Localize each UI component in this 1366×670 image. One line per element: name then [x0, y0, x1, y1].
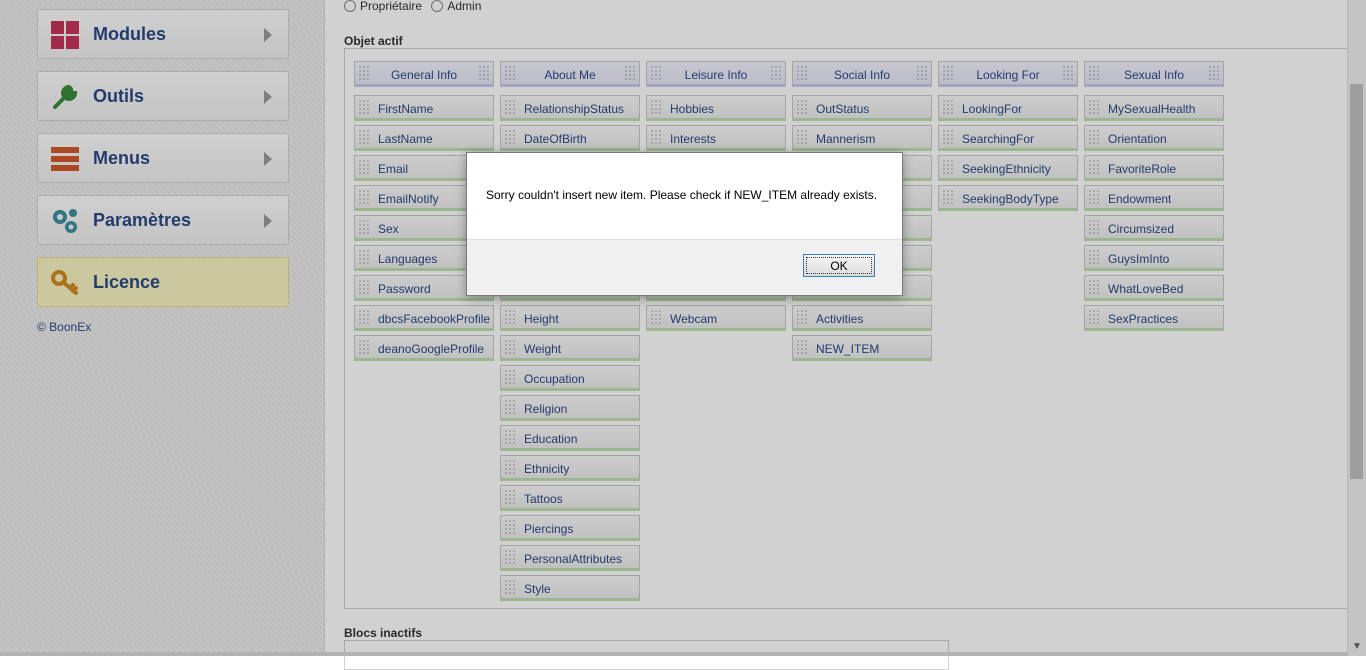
modal-overlay: [0, 0, 1366, 656]
alert-footer: OK: [467, 239, 902, 295]
alert-message: Sorry couldn't insert new item. Please c…: [486, 188, 878, 202]
alert-dialog: Sorry couldn't insert new item. Please c…: [466, 152, 903, 296]
ok-button[interactable]: OK: [803, 254, 875, 277]
